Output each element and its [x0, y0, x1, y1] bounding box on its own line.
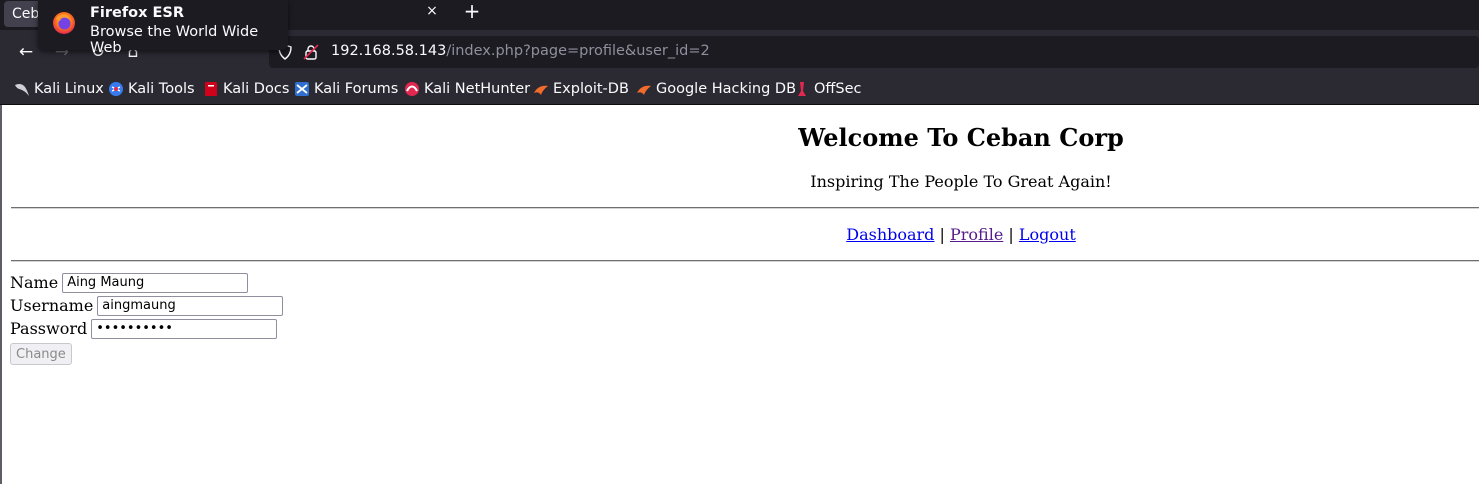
exploit-db-icon [534, 85, 548, 95]
new-tab-button[interactable]: + [461, 0, 483, 22]
kali-nethunter-icon [405, 82, 419, 96]
bookmark-label: Exploit-DB [553, 81, 629, 97]
close-tab-icon[interactable]: × [424, 3, 440, 19]
insecure-lock-icon[interactable] [303, 44, 319, 60]
bookmark-kali-tools[interactable]: Kali Tools [108, 79, 195, 99]
bookmark-google-hacking-db[interactable]: Google Hacking DB [636, 79, 796, 99]
kali-docs-icon [205, 82, 217, 96]
bookmark-label: Kali Tools [128, 81, 195, 97]
tooltip-title: Firefox ESR [90, 5, 185, 21]
bookmark-kali-linux[interactable]: Kali Linux [14, 79, 104, 99]
bookmark-label: Kali Docs [223, 81, 290, 97]
bookmark-kali-forums[interactable]: Kali Forums [294, 79, 398, 99]
firefox-logo-icon [53, 12, 75, 34]
page-subtitle: Inspiring The People To Great Again! [810, 172, 1112, 191]
divider [11, 207, 1479, 209]
url-host: 192.168.58.143 [331, 43, 447, 59]
username-field[interactable] [97, 295, 284, 316]
page-title: Welcome To Ceban Corp [798, 123, 1124, 152]
logout-link[interactable]: Logout [1019, 225, 1076, 244]
bookmark-label: OffSec [814, 81, 862, 97]
bookmark-offsec[interactable]: OffSec [794, 79, 862, 99]
password-field[interactable] [91, 318, 278, 339]
kali-dragon-icon [15, 83, 29, 96]
bookmarks-toolbar: Kali Linux Kali Tools Kali Docs Kali For… [0, 74, 1479, 105]
link-separator: | [939, 225, 945, 244]
username-label: Username [10, 296, 94, 315]
bookmark-kali-nethunter[interactable]: Kali NetHunter [404, 79, 530, 99]
name-label: Name [10, 273, 59, 292]
kali-tools-icon [109, 82, 123, 96]
address-bar[interactable]: 192.168.58.143/index.php?page=profile&us… [269, 36, 1479, 68]
tooltip-description: Browse the World Wide Web [90, 24, 259, 56]
back-arrow-icon[interactable]: ← [14, 40, 38, 64]
firefox-tooltip: Firefox ESR Browse the World Wide Web [38, 0, 288, 56]
bookmark-exploit-db[interactable]: Exploit-DB [533, 79, 629, 99]
bookmark-label: Kali NetHunter [424, 81, 531, 97]
bookmark-label: Kali Linux [34, 81, 104, 97]
password-label: Password [10, 319, 88, 338]
bookmark-label: Kali Forums [314, 81, 399, 97]
dashboard-link[interactable]: Dashboard [846, 225, 934, 244]
url-path: /index.php?page=profile&user_id=2 [446, 43, 710, 59]
divider [11, 260, 1479, 262]
url-text[interactable]: 192.168.58.143/index.php?page=profile&us… [331, 43, 710, 59]
page-nav-links: Dashboard | Profile | Logout [2, 225, 1479, 244]
kali-forums-icon [295, 82, 309, 96]
bookmark-kali-docs[interactable]: Kali Docs [203, 79, 289, 99]
offsec-icon [798, 82, 806, 96]
page-content: Welcome To Ceban Corp Inspiring The Peop… [0, 105, 1479, 484]
link-separator: | [1008, 225, 1014, 244]
profile-link[interactable]: Profile [950, 225, 1003, 244]
profile-form: Name Username Password Change [10, 271, 284, 365]
name-field[interactable] [62, 272, 249, 293]
ghdb-icon [637, 85, 651, 95]
bookmark-label: Google Hacking DB [656, 81, 797, 97]
change-button[interactable]: Change [10, 343, 72, 365]
